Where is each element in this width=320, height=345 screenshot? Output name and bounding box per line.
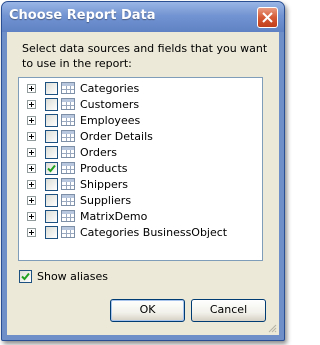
table-icon [61, 130, 75, 142]
expand-icon[interactable] [27, 180, 36, 189]
item-label: Orders [80, 146, 117, 159]
show-aliases-checkbox[interactable] [19, 270, 32, 283]
item-label: Employees [80, 114, 141, 127]
item-checkbox[interactable] [45, 194, 58, 207]
expand-icon[interactable] [27, 132, 36, 141]
list-item[interactable]: Customers [19, 97, 259, 113]
item-label: MatrixDemo [80, 210, 148, 223]
item-label: Shippers [80, 178, 128, 191]
checkmark-icon [21, 272, 30, 281]
cancel-button[interactable]: Cancel [191, 299, 266, 322]
item-checkbox[interactable] [45, 130, 58, 143]
item-label: Categories [80, 82, 140, 95]
list-item[interactable]: Categories [19, 81, 259, 97]
list-item[interactable]: Orders [19, 145, 259, 161]
list-item[interactable]: Employees [19, 113, 259, 129]
data-source-list[interactable]: Categories Customers Employees Order Det… [18, 77, 263, 261]
item-checkbox[interactable] [45, 146, 58, 159]
item-checkbox[interactable] [45, 98, 58, 111]
item-checkbox[interactable] [45, 178, 58, 191]
table-icon [61, 226, 75, 238]
table-icon [61, 82, 75, 94]
instructions-text: Select data sources and fields that you … [22, 42, 268, 70]
expand-icon[interactable] [27, 148, 36, 157]
item-checkbox[interactable] [45, 114, 58, 127]
expand-icon[interactable] [27, 212, 36, 221]
ok-button[interactable]: OK [110, 299, 185, 322]
list-item[interactable]: MatrixDemo [19, 209, 259, 225]
expand-icon[interactable] [27, 164, 36, 173]
dialog-body: Select data sources and fields that you … [7, 32, 279, 335]
expand-icon[interactable] [27, 228, 36, 237]
dialog-title: Choose Report Data [9, 8, 156, 23]
item-label: Customers [80, 98, 140, 111]
table-icon [61, 98, 75, 110]
checkmark-icon [47, 164, 56, 173]
close-icon [262, 12, 273, 23]
table-icon [61, 210, 75, 222]
list-item[interactable]: Categories BusinessObject [19, 225, 259, 241]
title-bar[interactable]: Choose Report Data [2, 2, 284, 32]
resize-grip-icon[interactable] [267, 323, 277, 333]
item-label: Order Details [80, 130, 153, 143]
table-icon [61, 162, 75, 174]
table-icon [61, 178, 75, 190]
item-label: Products [80, 162, 128, 175]
table-icon [61, 194, 75, 206]
close-button[interactable] [257, 7, 278, 28]
expand-icon[interactable] [27, 116, 36, 125]
expand-icon[interactable] [27, 100, 36, 109]
list-item[interactable]: Suppliers [19, 193, 259, 209]
list-item[interactable]: Products [19, 161, 259, 177]
item-label: Suppliers [80, 194, 132, 207]
show-aliases-label[interactable]: Show aliases [37, 270, 108, 283]
item-label: Categories BusinessObject [80, 226, 228, 239]
item-checkbox[interactable] [45, 162, 58, 175]
table-icon [61, 146, 75, 158]
dialog-window: Choose Report Data Select data sources a… [1, 1, 285, 341]
list-item[interactable]: Shippers [19, 177, 259, 193]
item-checkbox[interactable] [45, 226, 58, 239]
expand-icon[interactable] [27, 84, 36, 93]
item-checkbox[interactable] [45, 210, 58, 223]
expand-icon[interactable] [27, 196, 36, 205]
table-icon [61, 114, 75, 126]
list-item[interactable]: Order Details [19, 129, 259, 145]
item-checkbox[interactable] [45, 82, 58, 95]
